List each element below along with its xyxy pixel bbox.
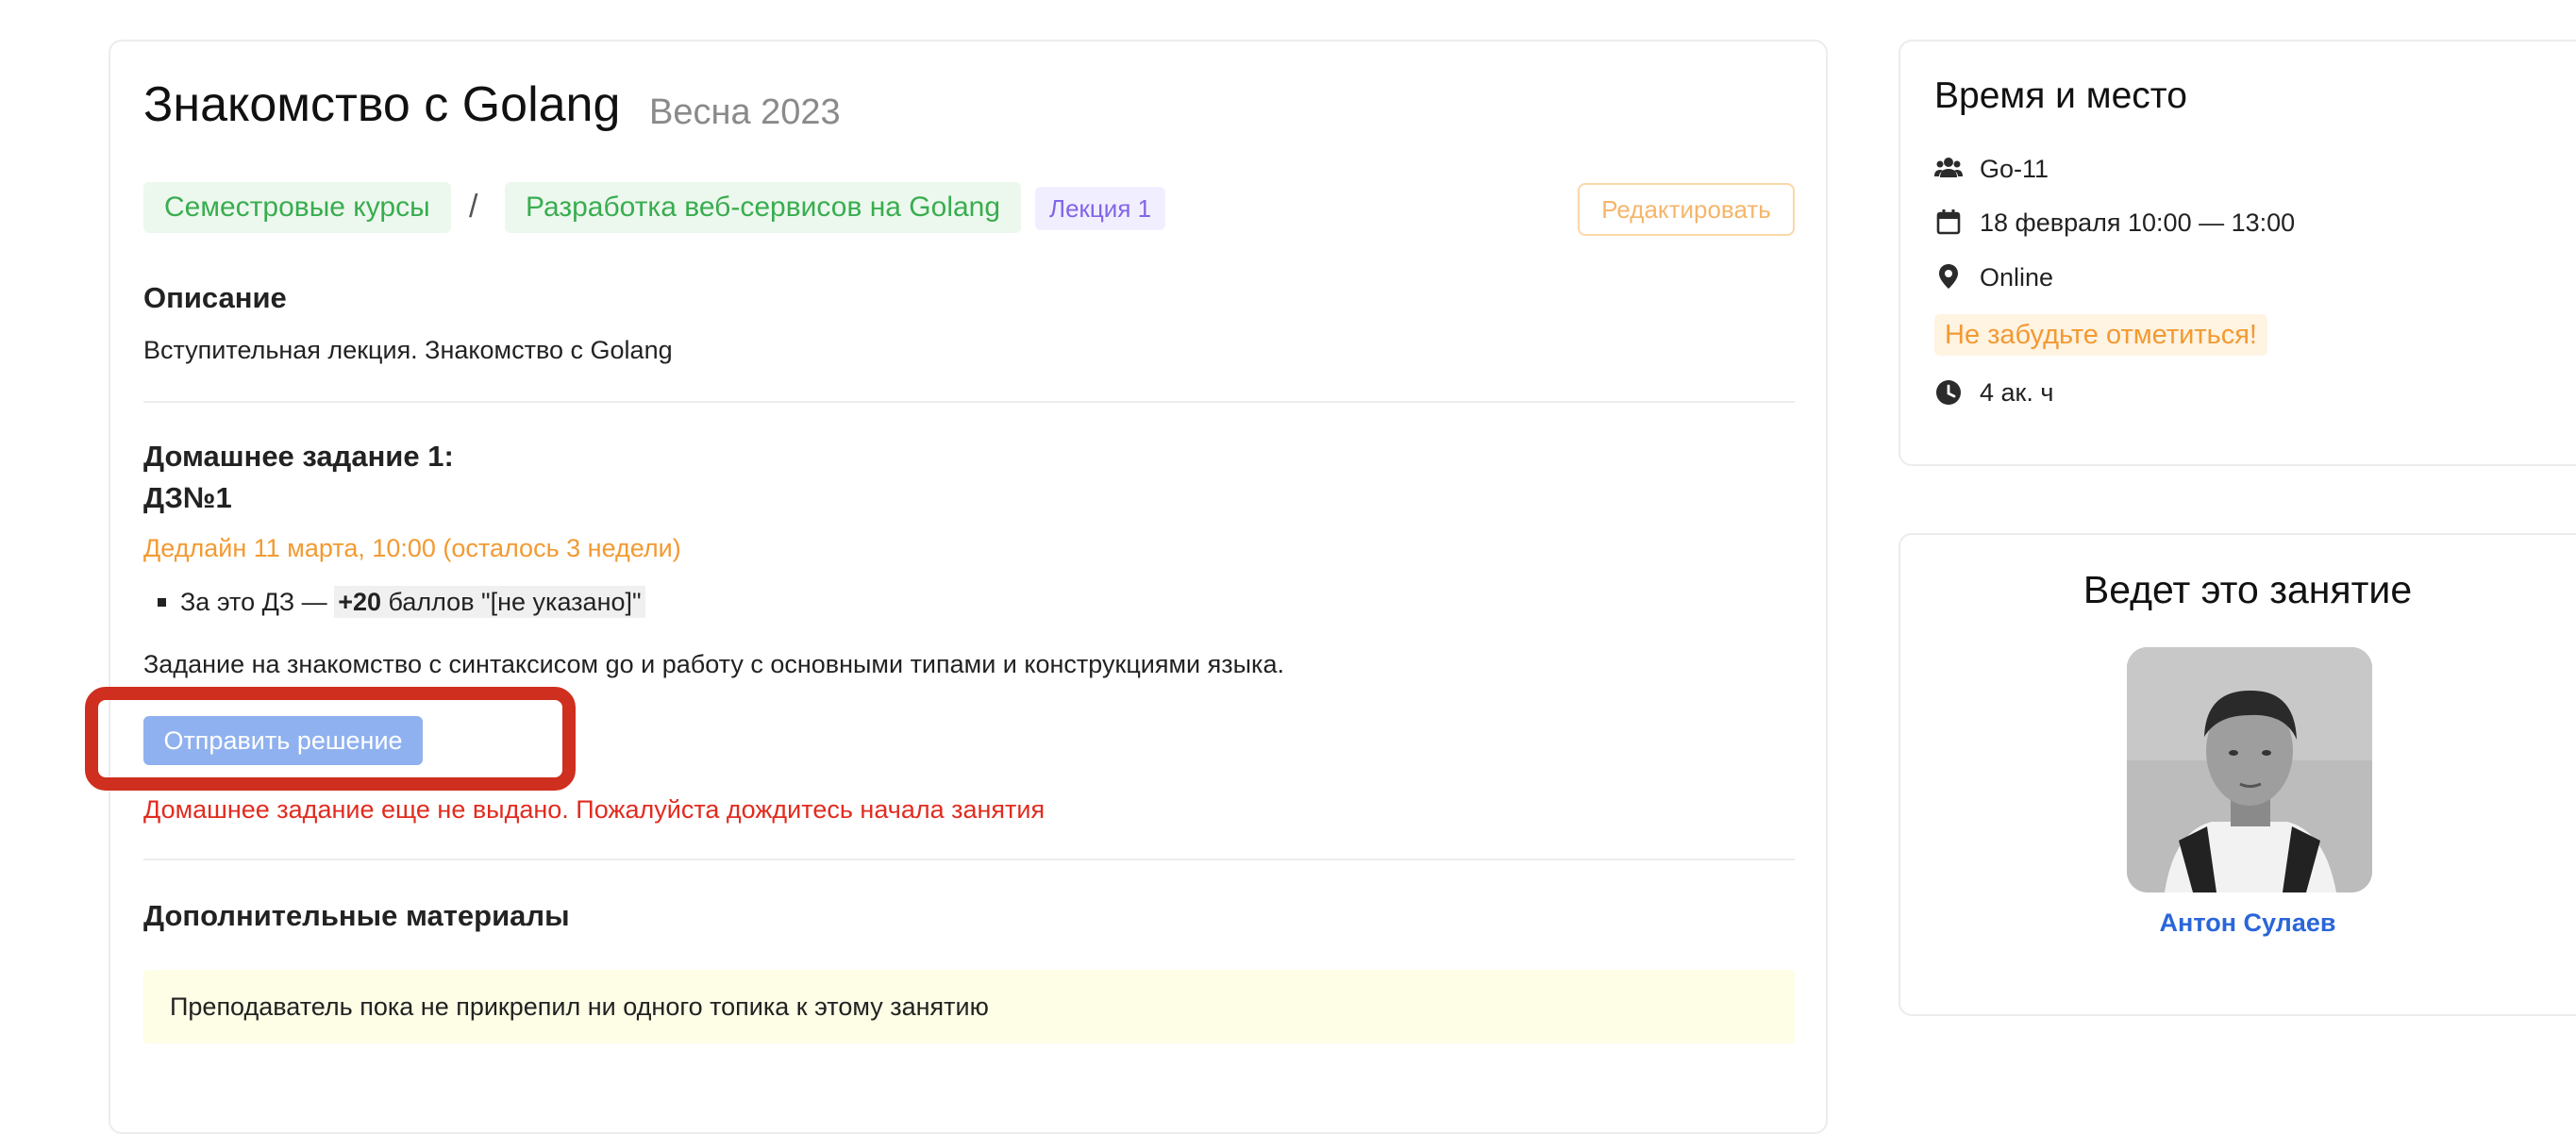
duration-label: 4 ак. ч: [1980, 378, 2054, 407]
points-highlight: +20 баллов "[не указано]": [334, 586, 645, 618]
divider: [143, 859, 1795, 860]
submit-solution-button[interactable]: Отправить решение: [143, 716, 423, 765]
materials-empty-notice: Преподаватель пока не прикрепил ни одног…: [143, 970, 1795, 1043]
page-title: Знакомство с Golang: [143, 77, 621, 132]
divider: [143, 401, 1795, 403]
check-in-reminder: Не забудьте отметиться!: [1934, 314, 2267, 356]
teacher-name-link[interactable]: Антон Сулаев: [1899, 906, 2576, 940]
clock-icon: [1934, 378, 1963, 411]
breadcrumb-course[interactable]: Разработка веб-сервисов на Golang: [505, 182, 1022, 233]
points-suffix: баллов "[не указано]": [381, 588, 642, 616]
homework-error-message: Домашнее задание еще не выдано. Пожалуйс…: [143, 795, 1045, 824]
breadcrumb-separator: /: [469, 189, 478, 225]
homework-task: Задание на знакомство с синтаксисом go и…: [143, 650, 1284, 678]
location-label: Online: [1980, 263, 2054, 292]
homework-name: ДЗ№1: [143, 481, 232, 514]
semester-label: Весна 2023: [649, 92, 841, 132]
teacher-heading: Ведет это занятие: [2083, 568, 2413, 611]
group-label: Go-11: [1980, 155, 2049, 183]
points-value: +20: [338, 588, 381, 616]
materials-heading: Дополнительные материалы: [143, 899, 570, 932]
homework-points: За это ДЗ — +20 баллов "[не указано]": [180, 585, 645, 619]
homework-heading: Домашнее задание 1:: [143, 440, 454, 473]
bullet-marker: [158, 598, 166, 607]
datetime-label: 18 февраля 10:00 — 13:00: [1980, 208, 2296, 237]
calendar-icon: [1934, 208, 1963, 241]
breadcrumb-semester-courses[interactable]: Семестровые курсы: [143, 182, 451, 233]
description-heading: Описание: [143, 281, 287, 314]
lecture-tag: Лекция 1: [1035, 187, 1166, 230]
edit-button[interactable]: Редактировать: [1578, 183, 1795, 236]
teacher-avatar[interactable]: [2127, 647, 2372, 892]
users-icon: [1934, 154, 1963, 187]
description-text: Вступительная лекция. Знакомство с Golan…: [143, 336, 673, 364]
points-prefix: За это ДЗ —: [180, 588, 335, 616]
time-place-heading: Время и место: [1934, 75, 2187, 116]
homework-deadline: Дедлайн 11 марта, 10:00 (осталось 3 неде…: [143, 534, 681, 562]
map-pin-icon: [1934, 262, 1963, 295]
